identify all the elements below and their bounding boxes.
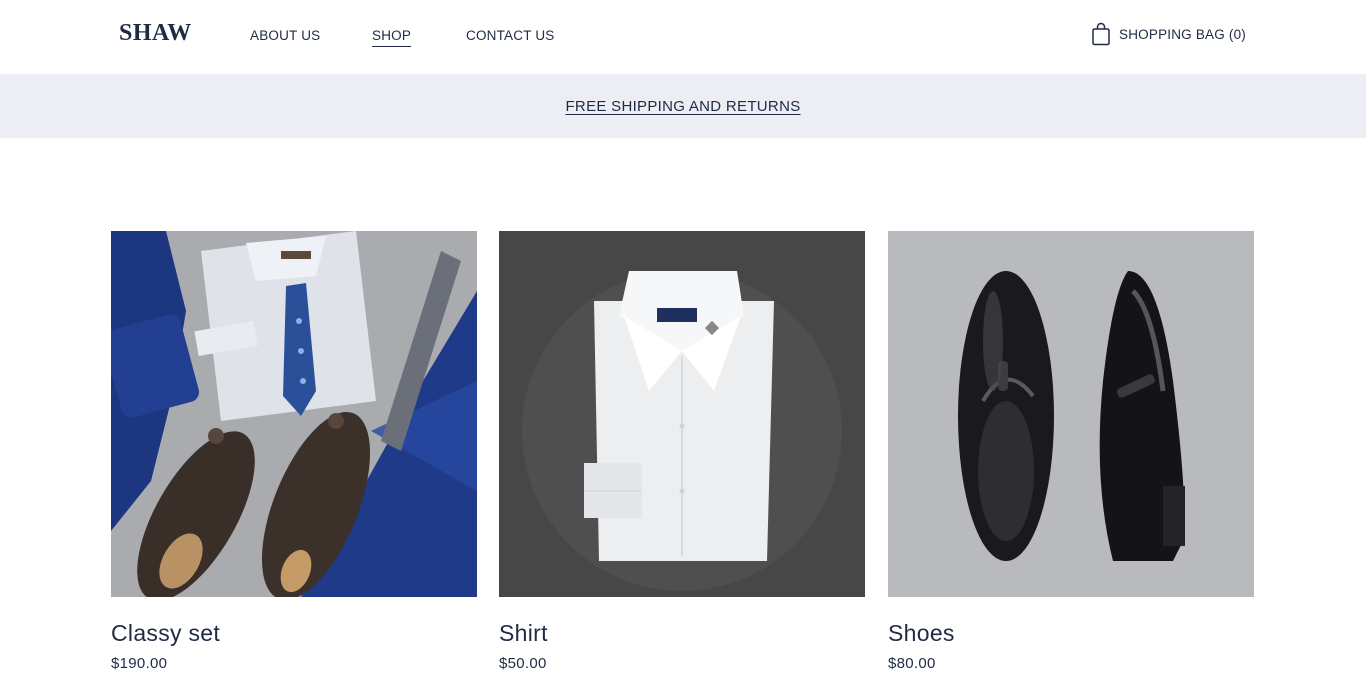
product-name[interactable]: Shoes	[888, 619, 1254, 647]
promo-banner: FREE SHIPPING AND RETURNS	[0, 74, 1366, 138]
product-name[interactable]: Classy set	[111, 619, 477, 647]
product-card-classy-set[interactable]: Classy set $190.00	[111, 231, 477, 672]
product-price: $50.00	[499, 655, 547, 672]
product-image-shirt[interactable]	[499, 231, 865, 597]
shopping-bag-icon	[1092, 22, 1110, 46]
shopping-bag-label: SHOPPING BAG (0)	[1119, 26, 1246, 42]
nav-shop[interactable]: SHOP	[372, 28, 412, 47]
product-image-shoes[interactable]	[888, 231, 1254, 597]
product-card-shoes[interactable]: Shoes $80.00	[888, 231, 1254, 672]
product-price: $190.00	[111, 655, 168, 672]
product-price: $80.00	[888, 655, 936, 672]
free-shipping-link[interactable]: FREE SHIPPING AND RETURNS	[565, 98, 800, 115]
logo[interactable]: SHAW	[119, 20, 192, 47]
nav-about-us[interactable]: ABOUT US	[250, 28, 320, 43]
site-header: SHAW ABOUT US SHOP CONTACT US SHOPPING B…	[0, 0, 1366, 74]
shopping-bag-button[interactable]: SHOPPING BAG (0)	[1091, 22, 1246, 46]
product-card-shirt[interactable]: Shirt $50.00	[499, 231, 865, 672]
nav-contact-us[interactable]: CONTACT US	[466, 28, 555, 43]
product-name[interactable]: Shirt	[499, 619, 865, 647]
product-image-classy-set[interactable]	[111, 231, 477, 597]
